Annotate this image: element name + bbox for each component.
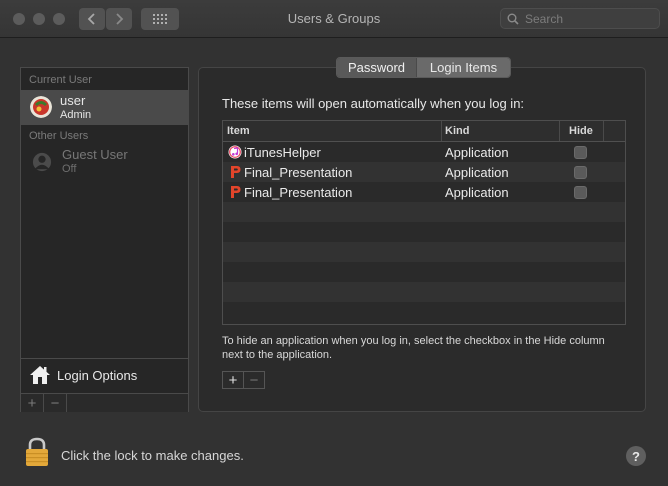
login-item-kind: Application: [445, 165, 509, 180]
add-user-button[interactable]: +: [21, 394, 44, 412]
user-row-current[interactable]: user Admin: [21, 90, 188, 125]
user-row-guest[interactable]: Guest User Off: [21, 144, 188, 179]
column-divider: [559, 121, 560, 141]
remove-user-button[interactable]: −: [44, 394, 67, 412]
table-row[interactable]: Final_Presentation Application: [223, 162, 625, 182]
hide-checkbox[interactable]: [574, 166, 587, 179]
column-header-hide[interactable]: Hide: [569, 125, 593, 137]
login-item-name: iTunesHelper: [244, 145, 321, 160]
tab-bar: Password Login Items: [336, 57, 511, 78]
hide-instructions: To hide an application when you log in, …: [222, 335, 605, 361]
guest-user-status: Off: [62, 163, 77, 175]
login-items-add-remove: + −: [222, 371, 265, 389]
empty-row: [223, 242, 625, 262]
table-header: Item Kind Hide: [223, 121, 625, 142]
login-items-table: Item Kind Hide iTunesHelper Application: [222, 120, 626, 325]
hide-checkbox[interactable]: [574, 146, 587, 159]
empty-row: [223, 282, 625, 302]
search-input[interactable]: [523, 10, 657, 27]
search-icon: [507, 13, 519, 25]
keynote-icon: [231, 166, 241, 178]
users-list-panel: Current User user Admin Other Users Gues…: [20, 67, 189, 412]
guest-user-icon: [32, 152, 52, 172]
column-header-kind[interactable]: Kind: [445, 125, 469, 137]
column-divider: [441, 121, 442, 141]
current-user-name: user: [60, 93, 86, 108]
search-field[interactable]: [500, 8, 660, 29]
tab-login-items[interactable]: Login Items: [417, 58, 510, 77]
login-options-label: Login Options: [57, 368, 138, 383]
user-add-remove-bar: + −: [21, 393, 188, 412]
title-bar: Users & Groups: [0, 0, 668, 38]
add-login-item-button[interactable]: +: [223, 372, 244, 389]
login-item-name: Final_Presentation: [244, 165, 353, 180]
house-icon: [30, 366, 50, 384]
lock-message: Click the lock to make changes.: [61, 448, 244, 463]
other-users-label: Other Users: [29, 130, 89, 142]
login-item-kind: Application: [445, 145, 509, 160]
hide-checkbox[interactable]: [574, 186, 587, 199]
login-items-heading: These items will open automatically when…: [222, 96, 525, 111]
empty-row: [223, 222, 625, 242]
login-item-kind: Application: [445, 185, 509, 200]
column-divider: [603, 121, 604, 141]
tab-password[interactable]: Password: [337, 58, 417, 77]
itunes-icon: [228, 145, 242, 159]
lock-icon[interactable]: [25, 437, 49, 467]
login-item-name: Final_Presentation: [244, 185, 353, 200]
empty-row: [223, 302, 625, 322]
current-user-label: Current User: [29, 74, 92, 86]
current-user-role: Admin: [60, 109, 92, 121]
empty-row: [223, 262, 625, 282]
empty-row: [223, 202, 625, 222]
guest-user-name: Guest User: [62, 147, 128, 162]
user-avatar-icon: [30, 96, 52, 118]
column-header-item[interactable]: Item: [227, 125, 250, 137]
keynote-icon: [231, 186, 241, 198]
table-row[interactable]: Final_Presentation Application: [223, 182, 625, 202]
remove-login-item-button[interactable]: −: [244, 372, 264, 389]
login-options-button[interactable]: Login Options: [21, 358, 188, 393]
help-button[interactable]: ?: [626, 446, 646, 466]
login-items-panel: These items will open automatically when…: [198, 67, 646, 412]
table-row[interactable]: iTunesHelper Application: [223, 142, 625, 162]
